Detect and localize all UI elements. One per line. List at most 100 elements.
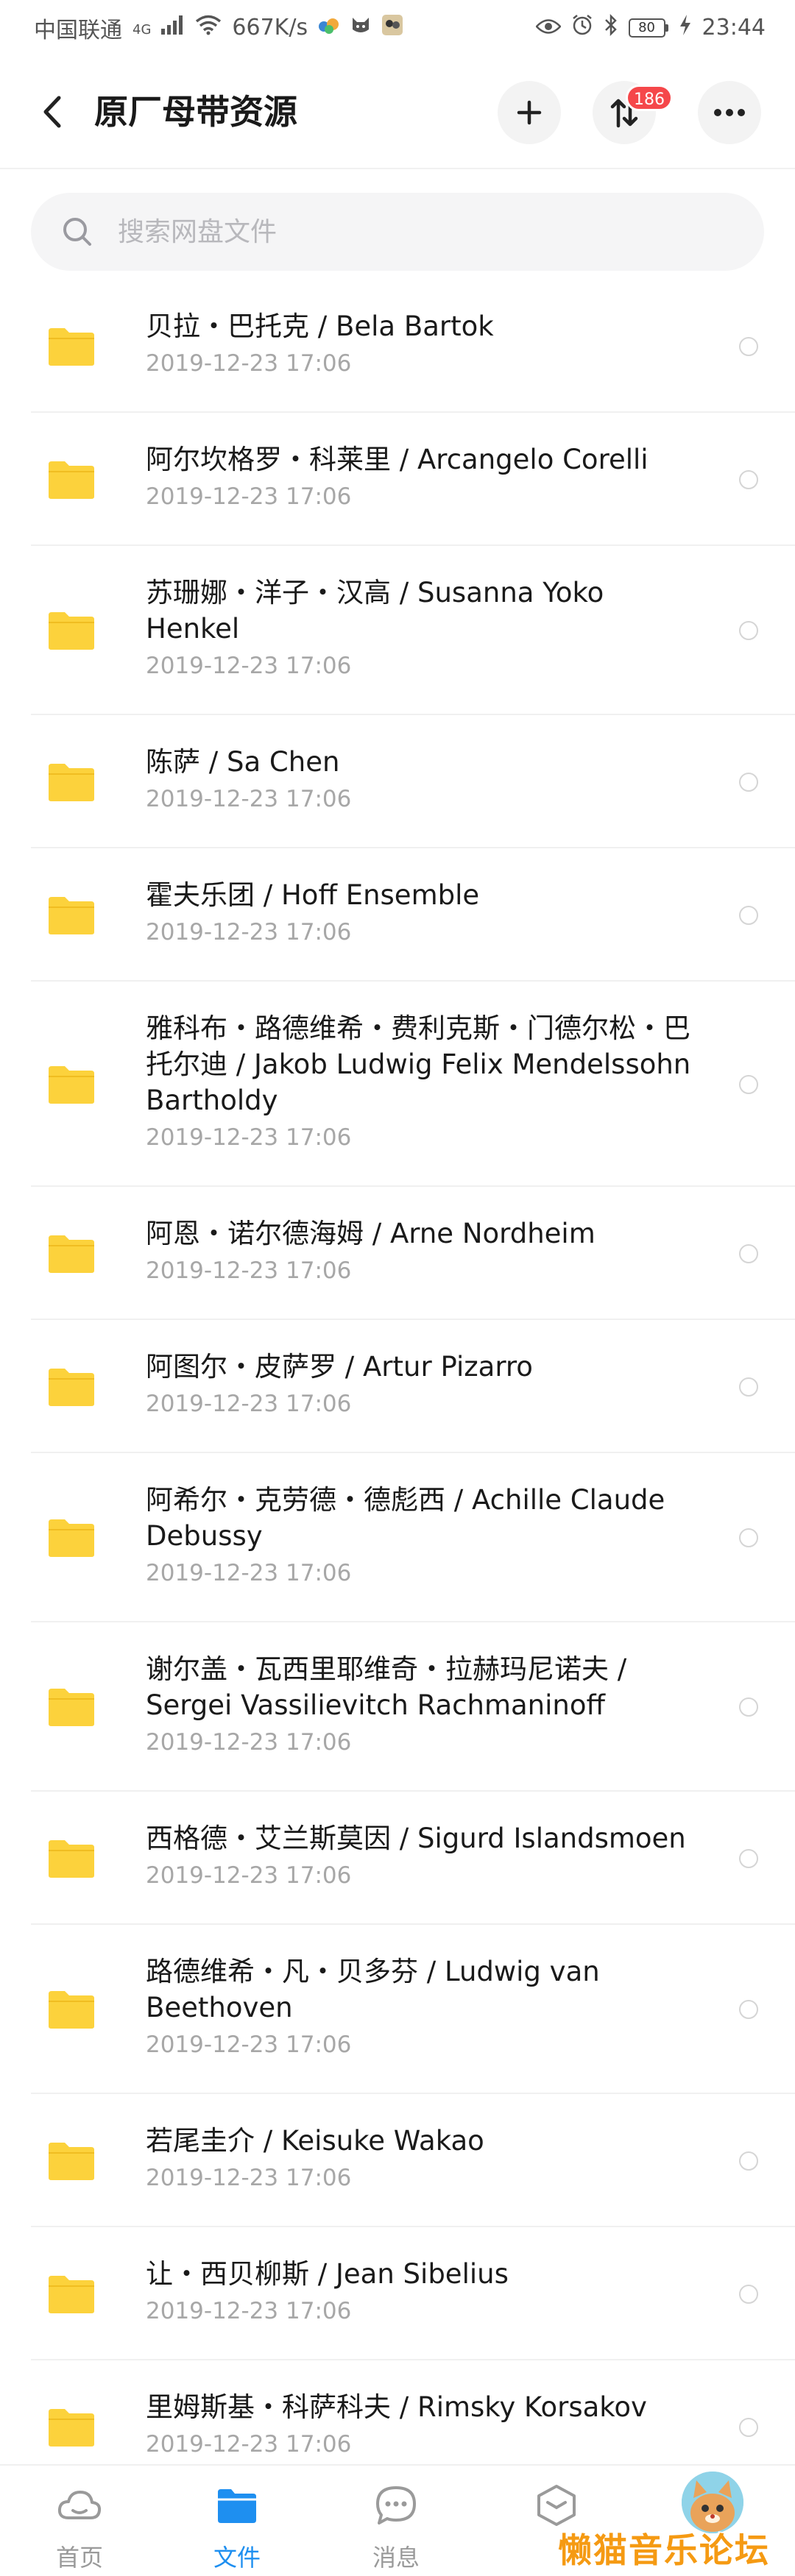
file-date: 2019-12-23 17:06 [146, 350, 352, 377]
network-type: 4G [132, 21, 152, 38]
file-date: 2019-12-23 17:06 [146, 1729, 352, 1756]
file-name: 谢尔盖・瓦西里耶维奇・拉赫玛尼诺夫 / Sergei Vassilievitch… [146, 1653, 627, 1721]
nav-files[interactable]: 文件 [163, 2466, 311, 2576]
eye-icon [534, 15, 562, 40]
chat-bubble-icon [372, 2482, 420, 2529]
file-row[interactable]: 阿希尔・克劳德・德彪西 / Achille Claude Debussy 2019… [0, 1453, 795, 1622]
file-name: 里姆斯基・科萨科夫 / Rimsky Korsakov [146, 2391, 647, 2423]
file-row[interactable]: 贝拉・巴托克 / Bela Bartok 2019-12-23 17:06 [0, 280, 795, 413]
select-radio[interactable] [739, 470, 758, 489]
file-info: 陈萨 / Sa Chen 2019-12-23 17:06 [146, 744, 705, 814]
file-info: 阿图尔・皮萨罗 / Artur Pizarro 2019-12-23 17:06 [146, 1349, 705, 1419]
file-info: 贝拉・巴托克 / Bela Bartok 2019-12-23 17:06 [146, 308, 705, 378]
file-info: 让・西贝柳斯 / Jean Sibelius 2019-12-23 17:06 [146, 2256, 705, 2326]
select-radio[interactable] [739, 773, 758, 792]
select-radio[interactable] [739, 1849, 758, 1868]
folder-icon [49, 461, 94, 499]
select-radio[interactable] [739, 906, 758, 925]
cat-app-icon [350, 15, 371, 40]
file-info: 苏珊娜・洋子・汉高 / Susanna Yoko Henkel 2019-12-2… [146, 575, 705, 681]
file-row[interactable]: 霍夫乐团 / Hoff Ensemble 2019-12-23 17:06 [0, 848, 795, 982]
select-radio[interactable] [739, 2285, 758, 2304]
file-date: 2019-12-23 17:06 [146, 1124, 352, 1151]
file-row[interactable]: 路德维希・凡・贝多芬 / Ludwig van Beethoven 2019-12… [0, 1925, 795, 2094]
select-radio[interactable] [739, 1377, 758, 1397]
folder-icon [49, 612, 94, 650]
folder-tab-icon [213, 2482, 261, 2529]
file-info: 霍夫乐团 / Hoff Ensemble 2019-12-23 17:06 [146, 877, 705, 947]
select-radio[interactable] [739, 2151, 758, 2171]
file-row[interactable]: 雅科布・路德维希・费利克斯・门德尔松・巴托尔迪 / Jakob Ludwig F… [0, 982, 795, 1187]
folder-icon [49, 2276, 94, 2313]
file-row[interactable]: 阿尔坎格罗・科莱里 / Arcangelo Corelli 2019-12-23 … [0, 413, 795, 546]
battery-icon: 80 [628, 18, 668, 38]
back-arrow-icon [43, 96, 61, 128]
folder-icon [49, 328, 94, 366]
file-name: 让・西贝柳斯 / Jean Sibelius [146, 2258, 509, 2290]
file-name: 西格德・艾兰斯莫因 / Sigurd Islandsmoen [146, 1823, 686, 1854]
add-button[interactable] [498, 81, 561, 144]
select-radio[interactable] [739, 1528, 758, 1547]
hexagon-icon [533, 2482, 580, 2529]
battery-level: 80 [628, 18, 665, 38]
folder-icon [49, 1519, 94, 1557]
folder-icon [49, 2409, 94, 2447]
file-row[interactable]: 陈萨 / Sa Chen 2019-12-23 17:06 [0, 715, 795, 848]
nav-messages-label: 消息 [372, 2544, 420, 2572]
search-box[interactable] [31, 193, 764, 271]
file-date: 2019-12-23 17:06 [146, 653, 352, 679]
select-radio[interactable] [739, 2000, 758, 2019]
file-row[interactable]: 西格德・艾兰斯莫因 / Sigurd Islandsmoen 2019-12-23… [0, 1792, 795, 1925]
nav-messages[interactable]: 消息 [322, 2466, 470, 2576]
carrier-name: 中国联通 [34, 17, 122, 43]
file-date: 2019-12-23 17:06 [146, 786, 352, 812]
file-date: 2019-12-23 17:06 [146, 1391, 352, 1417]
network-speed: 667K/s [232, 15, 308, 40]
folder-icon [49, 897, 94, 934]
file-date: 2019-12-23 17:06 [146, 919, 352, 945]
file-date: 2019-12-23 17:06 [146, 2298, 352, 2324]
file-date: 2019-12-23 17:06 [146, 483, 352, 510]
file-name: 苏珊娜・洋子・汉高 / Susanna Yoko Henkel [146, 577, 604, 645]
select-radio[interactable] [739, 1697, 758, 1717]
alarm-icon [571, 14, 593, 41]
nav-home-label: 首页 [55, 2544, 103, 2572]
file-date: 2019-12-23 17:06 [146, 2032, 352, 2058]
file-date: 2019-12-23 17:06 [146, 1862, 352, 1889]
more-button[interactable] [698, 81, 761, 144]
file-info: 路德维希・凡・贝多芬 / Ludwig van Beethoven 2019-12… [146, 1954, 705, 2059]
nav-home[interactable]: 首页 [6, 2466, 153, 2576]
file-date: 2019-12-23 17:06 [146, 1257, 352, 1284]
back-button[interactable] [32, 86, 72, 138]
file-name: 贝拉・巴托克 / Bela Bartok [146, 311, 494, 342]
select-radio[interactable] [739, 621, 758, 640]
file-date: 2019-12-23 17:06 [146, 2165, 352, 2191]
file-row[interactable]: 让・西贝柳斯 / Jean Sibelius 2019-12-23 17:06 [0, 2227, 795, 2360]
file-row[interactable]: 阿恩・诺尔德海姆 / Arne Nordheim 2019-12-23 17:06 [0, 1187, 795, 1320]
file-row[interactable]: 谢尔盖・瓦西里耶维奇・拉赫玛尼诺夫 / Sergei Vassilievitch… [0, 1622, 795, 1792]
file-name: 若尾圭介 / Keisuke Wakao [146, 2125, 484, 2157]
file-name: 霍夫乐团 / Hoff Ensemble [146, 879, 480, 911]
file-info: 谢尔盖・瓦西里耶维奇・拉赫玛尼诺夫 / Sergei Vassilievitch… [146, 1651, 705, 1757]
signal-icon [161, 15, 185, 40]
file-info: 西格德・艾兰斯莫因 / Sigurd Islandsmoen 2019-12-23… [146, 1820, 705, 1890]
file-info: 里姆斯基・科萨科夫 / Rimsky Korsakov 2019-12-23 17… [146, 2389, 705, 2459]
folder-icon [49, 1689, 94, 1726]
folder-icon [49, 1235, 94, 1273]
select-radio[interactable] [739, 1075, 758, 1094]
select-radio[interactable] [739, 1244, 758, 1263]
status-right: 80 23:44 [534, 13, 766, 41]
transfer-count-badge: 186 [626, 85, 673, 111]
file-info: 阿尔坎格罗・科莱里 / Arcangelo Corelli 2019-12-23 … [146, 441, 705, 511]
search-icon [60, 215, 94, 249]
file-row[interactable]: 若尾圭介 / Keisuke Wakao 2019-12-23 17:06 [0, 2094, 795, 2227]
clock-time: 23:44 [702, 15, 766, 40]
search-input[interactable] [116, 216, 708, 248]
select-radio[interactable] [739, 2418, 758, 2437]
select-radio[interactable] [739, 337, 758, 356]
file-row[interactable]: 苏珊娜・洋子・汉高 / Susanna Yoko Henkel 2019-12-2… [0, 546, 795, 715]
file-name: 阿恩・诺尔德海姆 / Arne Nordheim [146, 1218, 596, 1249]
folder-icon [49, 1991, 94, 2029]
file-row[interactable]: 阿图尔・皮萨罗 / Artur Pizarro 2019-12-23 17:06 [0, 1320, 795, 1453]
nav-files-label: 文件 [213, 2544, 261, 2572]
